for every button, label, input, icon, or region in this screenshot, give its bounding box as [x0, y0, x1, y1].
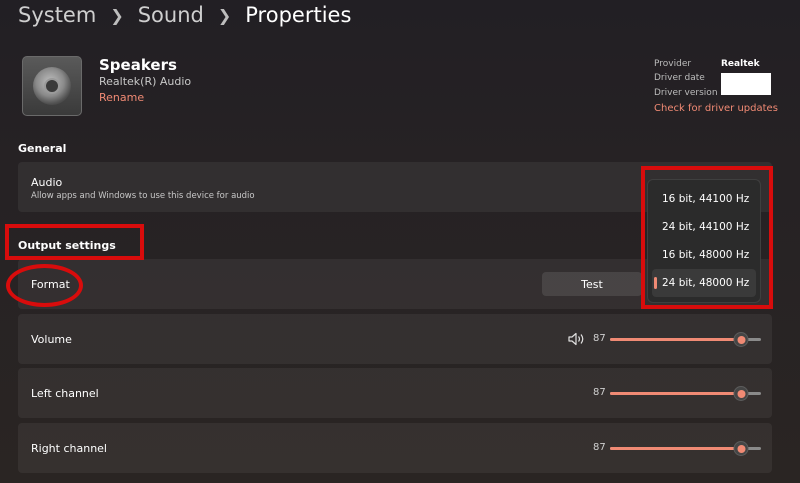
chevron-right-icon: ❯ — [217, 5, 232, 25]
test-button[interactable]: Test — [542, 272, 642, 296]
volume-label: Volume — [31, 333, 72, 346]
provider-value: Realtek — [721, 59, 760, 69]
speaker-volume-icon[interactable] — [568, 332, 586, 346]
left-channel-slider[interactable] — [610, 386, 761, 401]
general-section-title: General — [18, 142, 67, 155]
provider-label: Provider — [654, 59, 692, 69]
page-title: Properties — [245, 3, 352, 27]
driver-date-label: Driver date — [654, 73, 705, 83]
chevron-right-icon: ❯ — [110, 5, 124, 25]
check-driver-updates-link[interactable]: Check for driver updates — [654, 103, 778, 114]
right-channel-value: 87 — [593, 442, 606, 453]
audio-label: Audio — [31, 176, 63, 189]
speaker-device-icon — [22, 56, 82, 116]
driver-version-label: Driver version — [654, 88, 718, 98]
rename-link[interactable]: Rename — [99, 91, 144, 104]
breadcrumb-sound[interactable]: Sound — [138, 3, 204, 27]
audio-description: Allow apps and Windows to use this devic… — [31, 191, 255, 201]
breadcrumb-system[interactable]: System — [18, 3, 96, 27]
annotation-rectangle-output-settings — [5, 224, 144, 260]
redacted-box — [721, 73, 771, 95]
left-channel-label: Left channel — [31, 387, 99, 400]
right-channel-slider[interactable] — [610, 441, 761, 456]
volume-value: 87 — [593, 333, 606, 344]
device-subtitle: Realtek(R) Audio — [99, 75, 192, 88]
right-channel-label: Right channel — [31, 442, 107, 455]
device-name: Speakers — [99, 56, 177, 74]
breadcrumb: System ❯ Sound ❯ Properties — [18, 0, 351, 30]
volume-slider[interactable] — [610, 332, 761, 347]
annotation-rectangle-dropdown — [641, 166, 773, 309]
left-channel-value: 87 — [593, 387, 606, 398]
annotation-ellipse-format — [6, 264, 83, 307]
